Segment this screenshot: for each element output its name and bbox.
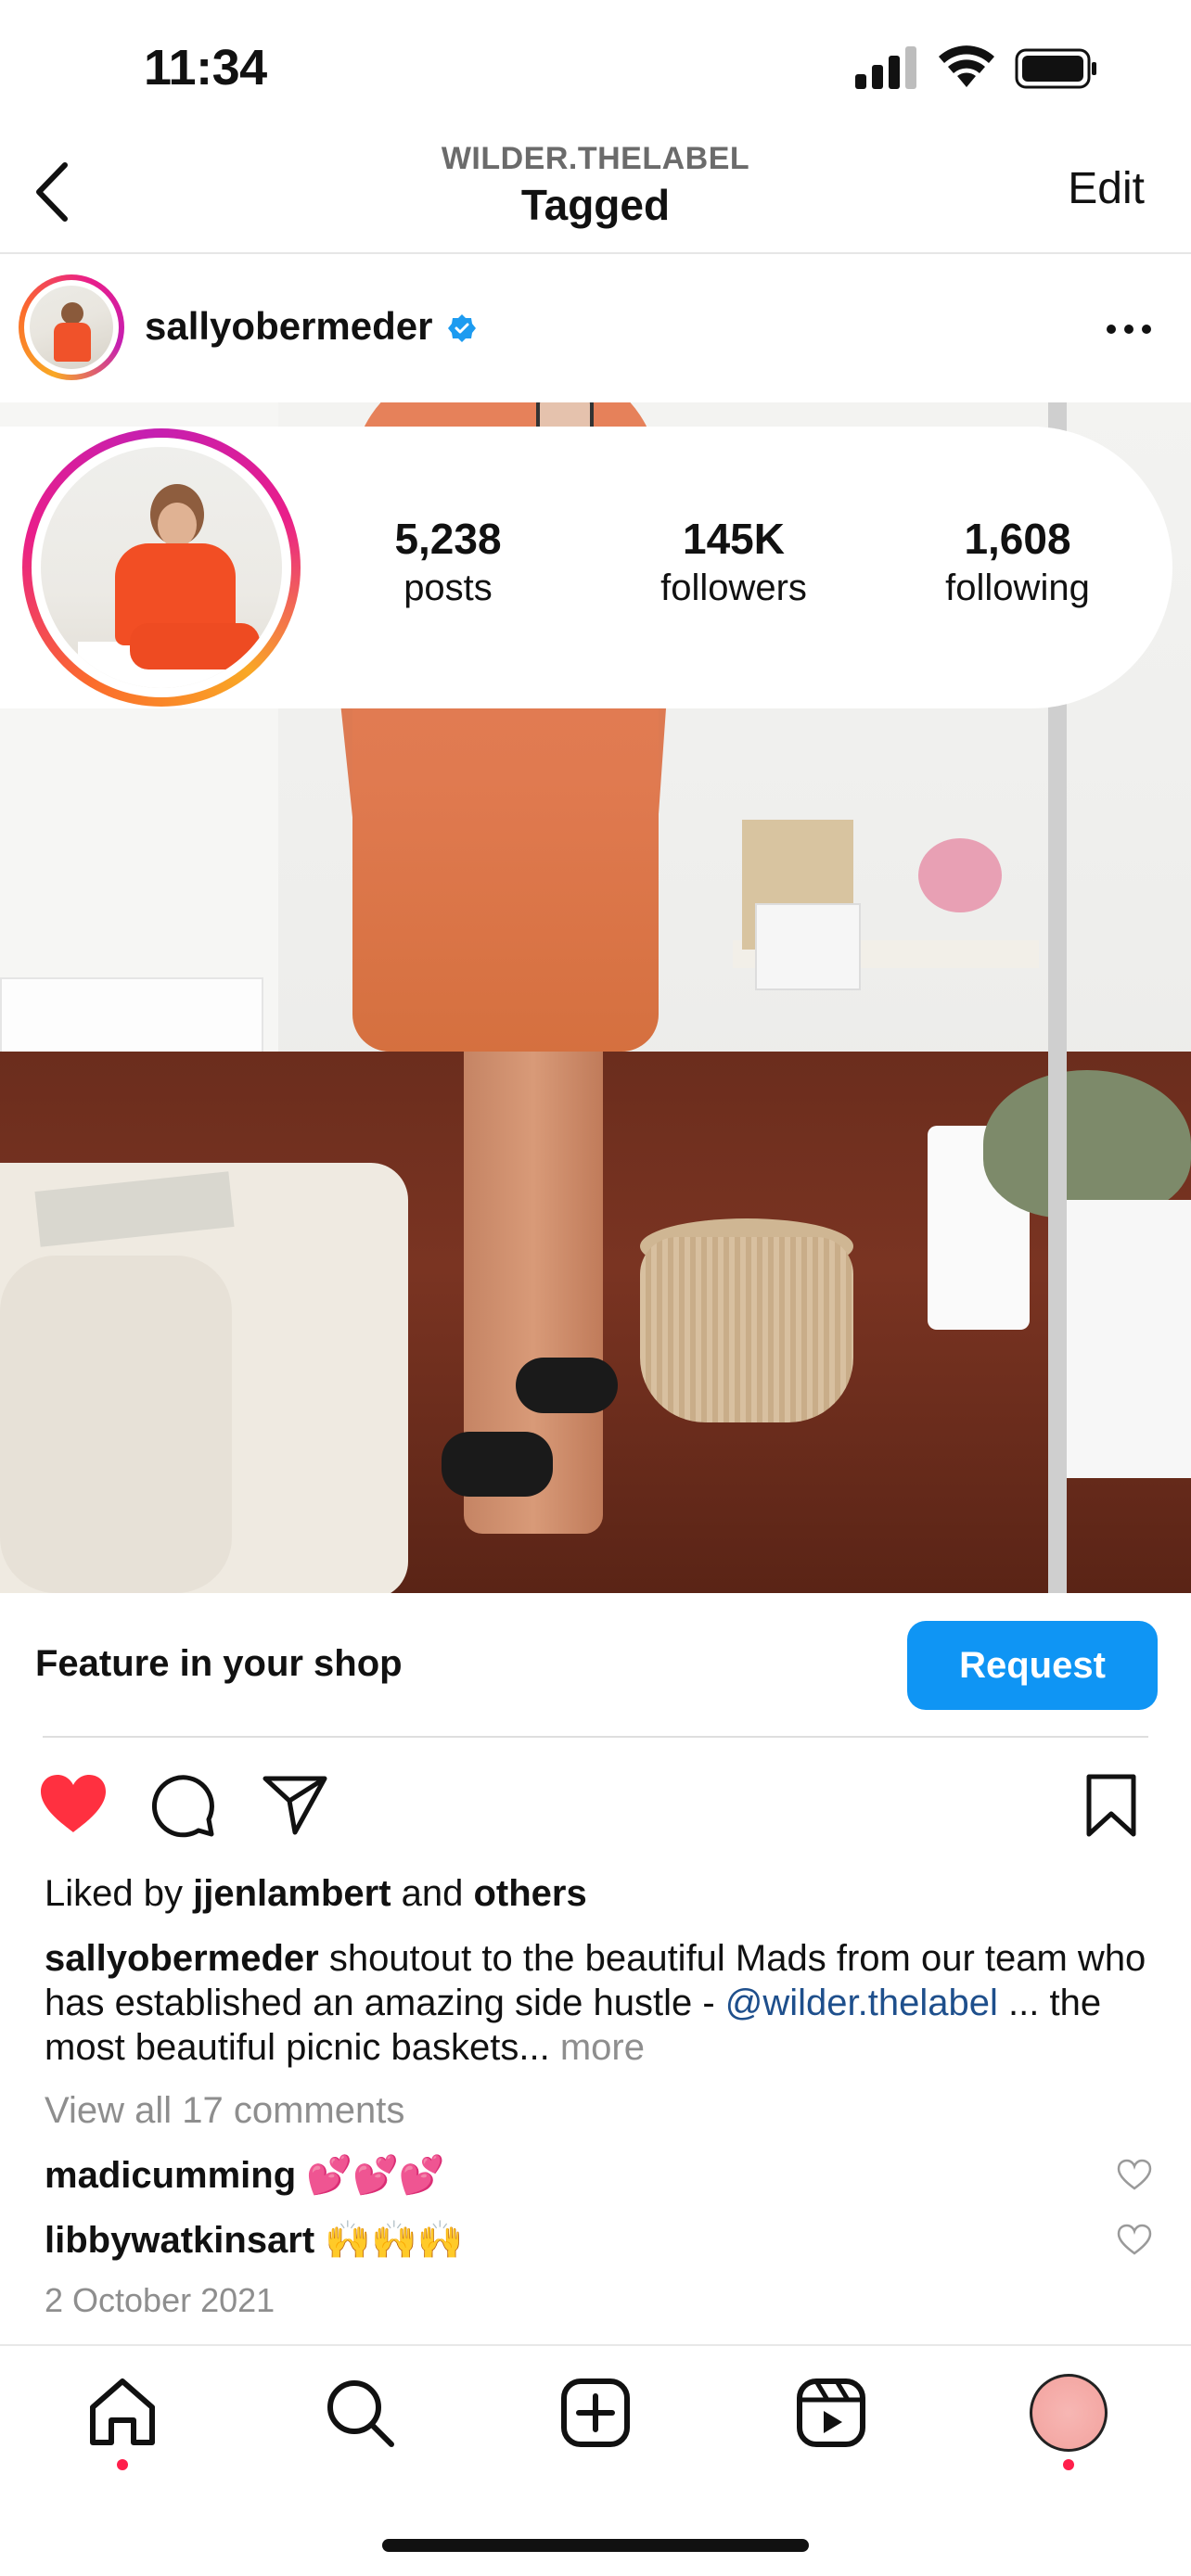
followers-label: followers: [660, 567, 807, 608]
tab-bar-divider: [0, 2344, 1191, 2346]
posts-stat[interactable]: 5,238 posts: [360, 514, 536, 609]
posts-label: posts: [403, 567, 493, 608]
caption-more-link[interactable]: more: [560, 2027, 645, 2068]
comment-username[interactable]: madicumming: [45, 2155, 296, 2196]
liked-by-others[interactable]: others: [473, 1873, 586, 1914]
post-author-avatar[interactable]: [19, 274, 124, 380]
home-indicator[interactable]: [382, 2539, 809, 2552]
feature-in-shop-label: Feature in your shop: [35, 1643, 403, 1684]
caption-mention[interactable]: @wilder.thelabel: [725, 1983, 998, 2023]
nav-subtitle: WILDER.THELABEL: [441, 141, 750, 176]
liked-by-prefix: Liked by: [45, 1873, 194, 1914]
request-button[interactable]: Request: [907, 1621, 1158, 1710]
header-divider: [0, 252, 1191, 254]
edit-button[interactable]: Edit: [1068, 163, 1145, 214]
post-date: 2 October 2021: [45, 2281, 275, 2319]
liked-by-text[interactable]: Liked by jjenlambert and others: [45, 1873, 587, 1915]
liked-by-and: and: [391, 1873, 474, 1914]
comment-row: libbywatkinsart 🙌🙌🙌: [45, 2218, 464, 2262]
bookmark-icon[interactable]: [1083, 1773, 1139, 1838]
reels-icon[interactable]: [794, 2376, 868, 2450]
search-icon[interactable]: [323, 2376, 397, 2450]
profile-notification-dot: [1063, 2459, 1074, 2470]
profile-card-avatar[interactable]: [22, 428, 301, 707]
more-options-icon[interactable]: [1104, 315, 1154, 343]
wifi-icon: [939, 45, 994, 87]
post-username[interactable]: sallyobermeder: [145, 304, 433, 349]
posts-count: 5,238: [394, 515, 502, 563]
comment-like-heart-icon[interactable]: [1117, 2224, 1152, 2255]
followers-stat[interactable]: 145K followers: [646, 514, 822, 609]
status-time: 11:34: [144, 40, 267, 96]
comment-username[interactable]: libbywatkinsart: [45, 2220, 314, 2261]
comment-text: 💕💕💕: [296, 2155, 445, 2196]
like-heart-icon[interactable]: [39, 1773, 108, 1834]
following-count: 1,608: [964, 515, 1071, 563]
feature-divider: [43, 1736, 1148, 1738]
comment-row: madicumming 💕💕💕: [45, 2153, 445, 2197]
post-caption: sallyobermeder shoutout to the beautiful…: [45, 1936, 1148, 2070]
page-title: Tagged: [520, 181, 671, 229]
cellular-signal-icon: [855, 46, 916, 89]
send-icon[interactable]: [262, 1775, 328, 1836]
profile-tab-avatar[interactable]: [1030, 2374, 1108, 2452]
create-post-icon[interactable]: [558, 2376, 633, 2450]
following-stat[interactable]: 1,608 following: [929, 514, 1106, 609]
view-all-comments-link[interactable]: View all 17 comments: [45, 2090, 404, 2132]
liked-by-user[interactable]: jjenlambert: [193, 1873, 391, 1914]
followers-count: 145K: [683, 515, 785, 563]
verified-badge-icon: [448, 314, 476, 342]
battery-icon: [1015, 48, 1096, 89]
comment-like-heart-icon[interactable]: [1117, 2159, 1152, 2190]
comment-text: 🙌🙌🙌: [314, 2220, 464, 2261]
following-label: following: [945, 567, 1090, 608]
home-icon[interactable]: [85, 2376, 160, 2450]
home-notification-dot: [117, 2459, 128, 2470]
comment-icon[interactable]: [150, 1773, 215, 1838]
caption-username[interactable]: sallyobermeder: [45, 1938, 319, 1979]
